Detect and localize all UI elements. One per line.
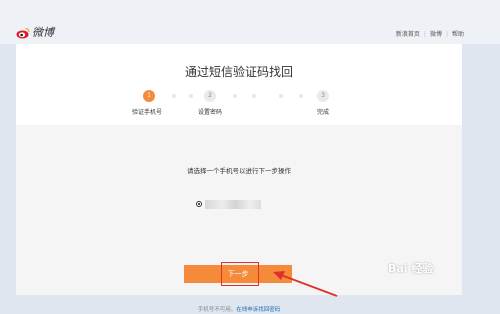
step-dot xyxy=(172,94,176,98)
nav-weibo[interactable]: 微博 xyxy=(430,31,442,38)
top-nav: 新浪首页 | 微博 | 帮助 xyxy=(396,31,464,39)
step-dot xyxy=(189,94,193,98)
step-3-circle: 3 xyxy=(317,90,329,102)
nav-separator: | xyxy=(423,31,426,38)
weibo-logo[interactable]: 微博 xyxy=(16,26,64,40)
step-dot xyxy=(252,94,256,98)
select-phone-prompt: 请选择一个手机号以进行下一步操作 xyxy=(187,167,291,175)
nav-separator: | xyxy=(445,31,448,38)
footnote-text: 手机号不可用。 xyxy=(197,307,237,313)
appeal-link[interactable]: 在线申诉找回密码 xyxy=(236,307,280,313)
step-dot xyxy=(279,94,283,98)
step-3-label: 完成 xyxy=(317,109,330,116)
nav-help[interactable]: 帮助 xyxy=(452,31,464,38)
nav-sina-home[interactable]: 新浪首页 xyxy=(396,31,420,38)
masked-phone-number xyxy=(205,200,261,209)
step-1-circle: 1 xyxy=(143,90,155,102)
step-dot xyxy=(233,94,237,98)
top-bar: 微博 新浪首页 | 微博 | 帮助 xyxy=(0,0,500,44)
step-1-label: 验证手机号 xyxy=(132,109,163,116)
step-dot xyxy=(299,94,303,98)
recovery-card: 通过短信验证码找回 1 2 3 验证手机号 设置密码 完成 请选择一个手机号以进… xyxy=(16,44,462,313)
step-2-circle: 2 xyxy=(204,90,216,102)
logo-text: 微博 xyxy=(32,26,54,39)
weibo-eye-icon xyxy=(16,27,30,39)
footnote: 手机号不可用。在线申诉找回密码 xyxy=(16,306,462,314)
step-2-label: 设置密码 xyxy=(198,109,223,116)
phone-radio[interactable] xyxy=(196,201,202,207)
baidu-jingyan-watermark: Bai 经验 xyxy=(388,262,434,275)
step-indicator: 1 2 3 验证手机号 设置密码 完成 xyxy=(16,44,462,124)
